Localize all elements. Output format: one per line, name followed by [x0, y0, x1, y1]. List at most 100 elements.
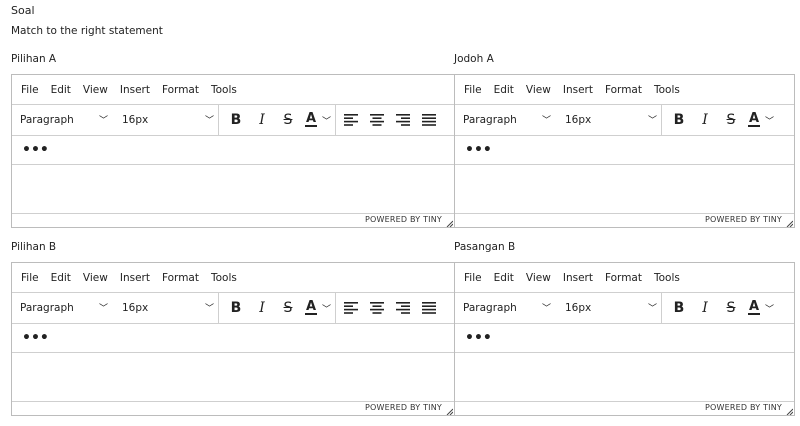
editor-menubar: File Edit View Insert Format Tools	[455, 263, 794, 293]
more-horizontal-icon[interactable]: •••	[22, 331, 49, 345]
resize-handle-icon[interactable]	[446, 220, 453, 227]
text-style-group: B I S A ﹀	[662, 105, 778, 135]
menu-view[interactable]: View	[526, 84, 551, 96]
rich-text-editor-pilihan-a: File Edit View Insert Format Tools Parag…	[11, 74, 455, 228]
menu-view[interactable]: View	[83, 84, 108, 96]
menu-insert[interactable]: Insert	[563, 84, 593, 96]
text-color-button[interactable]: A ﹀	[301, 105, 335, 135]
font-size-select[interactable]: 16px ﹀	[555, 114, 661, 126]
text-style-group: B I S A ﹀	[662, 293, 778, 323]
font-size-value: 16px	[122, 302, 149, 314]
field-label-pasangan-b: Pasangan B	[454, 241, 516, 253]
italic-icon[interactable]: I	[692, 105, 718, 135]
menu-insert[interactable]: Insert	[563, 272, 593, 284]
menu-file[interactable]: File	[464, 84, 482, 96]
editor-content-area[interactable]	[12, 165, 454, 214]
resize-handle-icon[interactable]	[446, 408, 453, 415]
text-color-button[interactable]: A ﹀	[744, 105, 778, 135]
strikethrough-icon[interactable]: S	[718, 293, 744, 323]
italic-icon[interactable]: I	[249, 105, 275, 135]
powered-by-tiny-link[interactable]: POWERED BY TINY	[365, 215, 442, 224]
menu-format[interactable]: Format	[605, 84, 642, 96]
chevron-down-icon: ﹀	[541, 115, 551, 126]
editor-menubar: File Edit View Insert Format Tools	[12, 263, 454, 293]
more-toolbar: •••	[12, 136, 454, 165]
menu-view[interactable]: View	[526, 272, 551, 284]
more-horizontal-icon[interactable]: •••	[465, 331, 492, 345]
font-size-select[interactable]: 16px ﹀	[555, 302, 661, 314]
editor-toolbar: Paragraph ﹀ 16px ﹀ B I S A ﹀	[12, 293, 454, 324]
menu-format[interactable]: Format	[605, 272, 642, 284]
strikethrough-icon[interactable]: S	[275, 105, 301, 135]
menu-insert[interactable]: Insert	[120, 272, 150, 284]
block-format-value: Paragraph	[463, 302, 517, 314]
more-horizontal-icon[interactable]: •••	[22, 143, 49, 157]
editor-content-area[interactable]	[455, 165, 794, 214]
align-right-icon[interactable]	[390, 105, 416, 135]
menu-edit[interactable]: Edit	[494, 272, 514, 284]
align-center-icon[interactable]	[364, 293, 390, 323]
align-center-icon[interactable]	[364, 105, 390, 135]
rich-text-editor-pilihan-b: File Edit View Insert Format Tools Parag…	[11, 262, 455, 416]
menu-tools[interactable]: Tools	[654, 272, 680, 284]
menu-tools[interactable]: Tools	[654, 84, 680, 96]
question-title: Soal	[11, 4, 35, 17]
more-toolbar: •••	[12, 324, 454, 353]
rich-text-editor-jodoh-a: File Edit View Insert Format Tools Parag…	[454, 74, 795, 228]
menu-edit[interactable]: Edit	[494, 84, 514, 96]
bold-icon[interactable]: B	[223, 293, 249, 323]
bold-icon[interactable]: B	[223, 105, 249, 135]
chevron-down-icon: ﹀	[98, 115, 108, 126]
bold-icon[interactable]: B	[666, 105, 692, 135]
menu-tools[interactable]: Tools	[211, 272, 237, 284]
align-left-icon[interactable]	[338, 105, 364, 135]
resize-handle-icon[interactable]	[786, 220, 793, 227]
chevron-down-icon: ﹀	[647, 303, 657, 314]
block-format-select[interactable]: Paragraph ﹀	[455, 302, 555, 314]
editor-menubar: File Edit View Insert Format Tools	[455, 75, 794, 105]
align-right-icon[interactable]	[390, 293, 416, 323]
powered-by-tiny-link[interactable]: POWERED BY TINY	[365, 403, 442, 412]
text-color-button[interactable]: A ﹀	[744, 293, 778, 323]
chevron-down-icon: ﹀	[541, 303, 551, 314]
editor-content-area[interactable]	[12, 353, 454, 402]
editor-statusbar: POWERED BY TINY	[455, 214, 794, 227]
menu-view[interactable]: View	[83, 272, 108, 284]
bold-icon[interactable]: B	[666, 293, 692, 323]
block-format-select[interactable]: Paragraph ﹀	[12, 302, 112, 314]
align-justify-icon[interactable]	[416, 293, 442, 323]
italic-icon[interactable]: I	[249, 293, 275, 323]
format-select-group: Paragraph ﹀ 16px ﹀	[455, 105, 662, 135]
strikethrough-icon[interactable]: S	[718, 105, 744, 135]
menu-format[interactable]: Format	[162, 84, 199, 96]
block-format-value: Paragraph	[463, 114, 517, 126]
menu-edit[interactable]: Edit	[51, 84, 71, 96]
text-style-group: B I S A ﹀	[219, 293, 336, 323]
block-format-select[interactable]: Paragraph ﹀	[12, 114, 112, 126]
menu-tools[interactable]: Tools	[211, 84, 237, 96]
resize-handle-icon[interactable]	[786, 408, 793, 415]
align-left-icon[interactable]	[338, 293, 364, 323]
menu-file[interactable]: File	[464, 272, 482, 284]
font-size-select[interactable]: 16px ﹀	[112, 114, 218, 126]
font-size-select[interactable]: 16px ﹀	[112, 302, 218, 314]
alignment-group	[336, 105, 442, 135]
menu-insert[interactable]: Insert	[120, 84, 150, 96]
strikethrough-icon[interactable]: S	[275, 293, 301, 323]
text-color-button[interactable]: A ﹀	[301, 293, 335, 323]
italic-icon[interactable]: I	[692, 293, 718, 323]
powered-by-tiny-link[interactable]: POWERED BY TINY	[705, 403, 782, 412]
menu-file[interactable]: File	[21, 272, 39, 284]
block-format-value: Paragraph	[20, 114, 74, 126]
align-justify-icon[interactable]	[416, 105, 442, 135]
editor-content-area[interactable]	[455, 353, 794, 402]
chevron-down-icon: ﹀	[204, 303, 214, 314]
more-horizontal-icon[interactable]: •••	[465, 143, 492, 157]
menu-file[interactable]: File	[21, 84, 39, 96]
font-size-value: 16px	[122, 114, 149, 126]
powered-by-tiny-link[interactable]: POWERED BY TINY	[705, 215, 782, 224]
menu-edit[interactable]: Edit	[51, 272, 71, 284]
menu-format[interactable]: Format	[162, 272, 199, 284]
block-format-select[interactable]: Paragraph ﹀	[455, 114, 555, 126]
editor-statusbar: POWERED BY TINY	[12, 402, 454, 415]
